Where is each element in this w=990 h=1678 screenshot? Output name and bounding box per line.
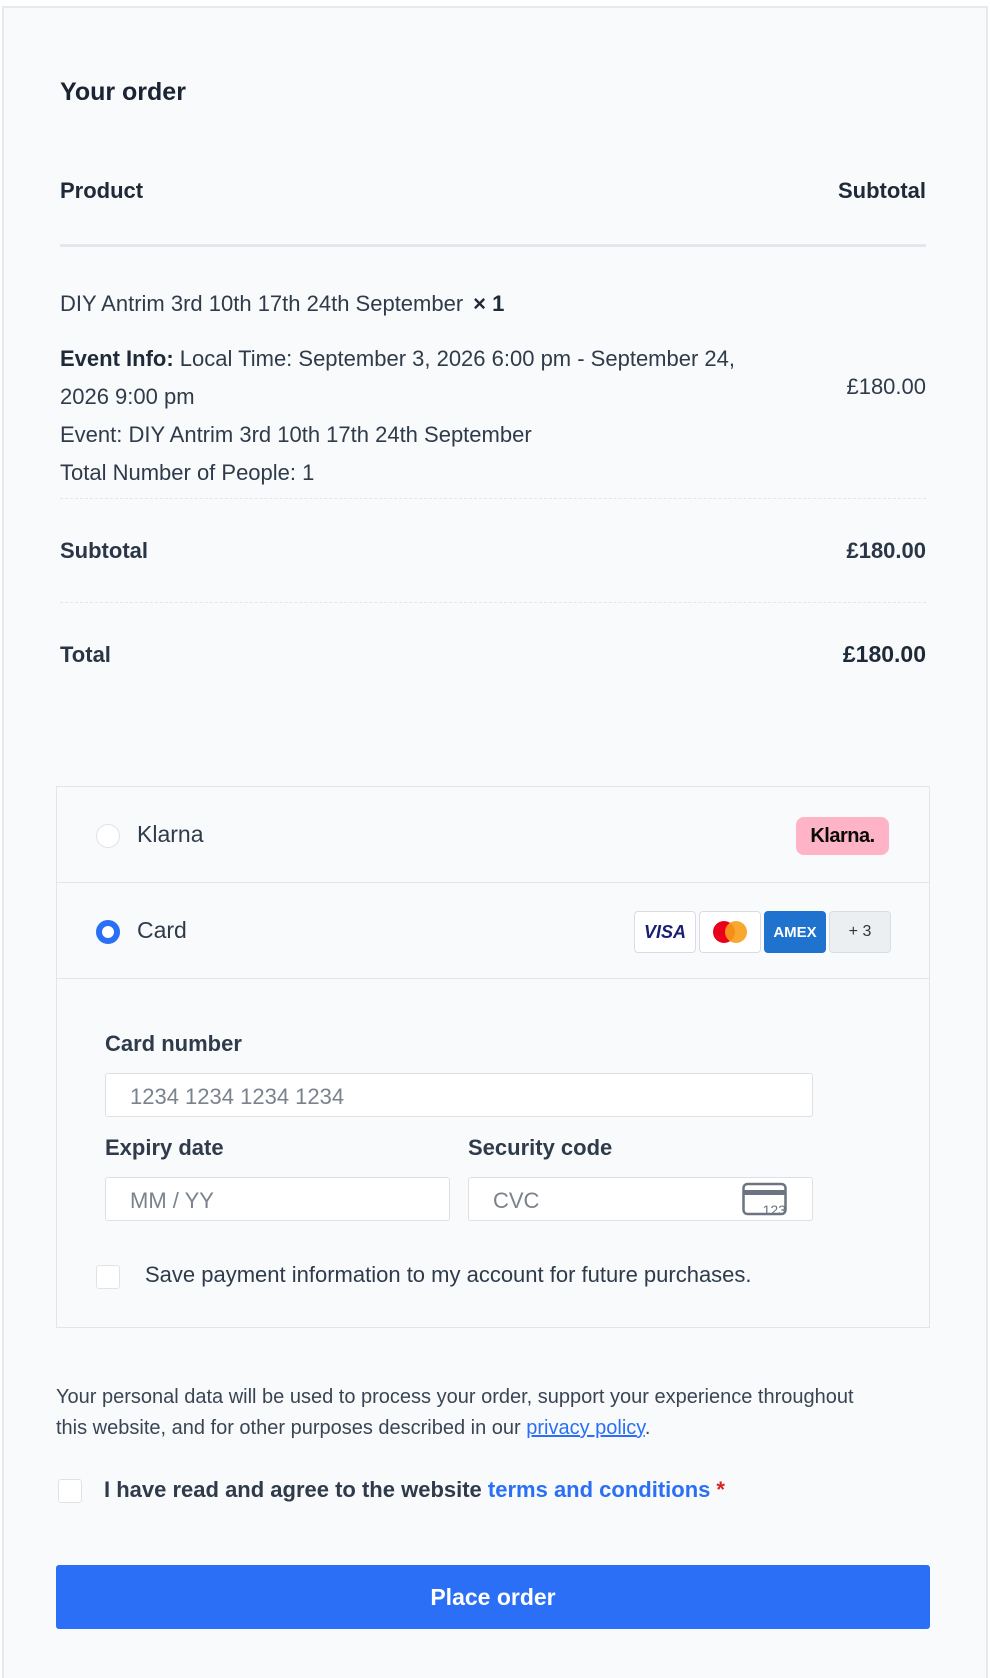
terms-text: I have read and agree to the website (104, 1477, 488, 1502)
cvc-placeholder: CVC (493, 1188, 540, 1213)
save-payment-checkbox[interactable] (96, 1265, 120, 1289)
header-divider (60, 244, 926, 247)
cvc-input[interactable]: CVC 123 (468, 1177, 813, 1221)
order-title: Your order (60, 78, 186, 106)
cvc-icon-text: 123 (763, 1202, 787, 1218)
line-item-name: DIY Antrim 3rd 10th 17th 24th September ×… (60, 291, 504, 317)
save-payment-label[interactable]: Save payment information to my account f… (145, 1262, 752, 1288)
security-code-label: Security code (468, 1135, 613, 1160)
divider (60, 602, 926, 603)
more-brands-badge: + 3 (829, 911, 891, 953)
terms-label: I have read and agree to the website ter… (104, 1477, 725, 1503)
people-count: Total Number of People: 1 (60, 460, 315, 485)
card-number-placeholder: 1234 1234 1234 1234 (130, 1084, 345, 1109)
line-item-title: DIY Antrim 3rd 10th 17th 24th September (60, 291, 464, 316)
klarna-radio[interactable] (96, 824, 120, 848)
total-value: £180.00 (842, 641, 926, 667)
card-number-input[interactable]: 1234 1234 1234 1234 (105, 1073, 813, 1117)
divider (60, 498, 926, 499)
subtotal-label: Subtotal (60, 538, 148, 563)
privacy-text: Your personal data will be used to proce… (56, 1386, 854, 1439)
expiry-label: Expiry date (105, 1135, 224, 1160)
privacy-end: . (644, 1417, 651, 1439)
column-header-subtotal: Subtotal (838, 178, 926, 203)
mastercard-icon (699, 911, 761, 953)
event-name: Event: DIY Antrim 3rd 10th 17th 24th Sep… (60, 422, 532, 447)
card-label[interactable]: Card (137, 917, 187, 944)
visa-text: VISA (643, 921, 686, 942)
required-marker: * (716, 1477, 725, 1502)
terms-checkbox[interactable] (58, 1479, 82, 1503)
total-label: Total (60, 642, 111, 667)
event-info: Event Info: Local Time: September 3, 202… (60, 340, 740, 416)
amex-text: AMEX (773, 923, 817, 941)
expiry-input[interactable]: MM / YY (105, 1177, 450, 1221)
klarna-logo-icon: Klarna. (796, 817, 889, 855)
place-order-button[interactable]: Place order (56, 1565, 930, 1629)
column-header-product: Product (60, 178, 144, 203)
event-info-label: Event Info: (60, 346, 174, 371)
line-item-meta: Event Info: Local Time: September 3, 202… (60, 340, 740, 492)
amex-icon: AMEX (764, 911, 826, 953)
line-item-price: £180.00 (846, 374, 926, 399)
privacy-notice: Your personal data will be used to proce… (56, 1382, 876, 1444)
terms-link[interactable]: terms and conditions (488, 1477, 710, 1502)
klarna-label[interactable]: Klarna (137, 821, 203, 848)
card-number-label: Card number (105, 1031, 242, 1056)
expiry-placeholder: MM / YY (130, 1188, 214, 1213)
cvc-card-icon: 123 (742, 1182, 787, 1218)
visa-icon: VISA (634, 911, 696, 953)
card-brands: VISA AMEX + 3 (634, 911, 891, 953)
line-item-quantity: × 1 (473, 291, 505, 316)
payment-methods: Klarna Klarna. Card VISA AMEX + 3 Card n… (56, 786, 930, 1328)
privacy-policy-link[interactable]: privacy policy (526, 1417, 645, 1439)
payment-method-card[interactable]: Card VISA AMEX + 3 (57, 883, 929, 979)
subtotal-value: £180.00 (846, 538, 926, 563)
payment-method-klarna[interactable]: Klarna Klarna. (57, 787, 929, 883)
card-radio[interactable] (96, 920, 120, 944)
